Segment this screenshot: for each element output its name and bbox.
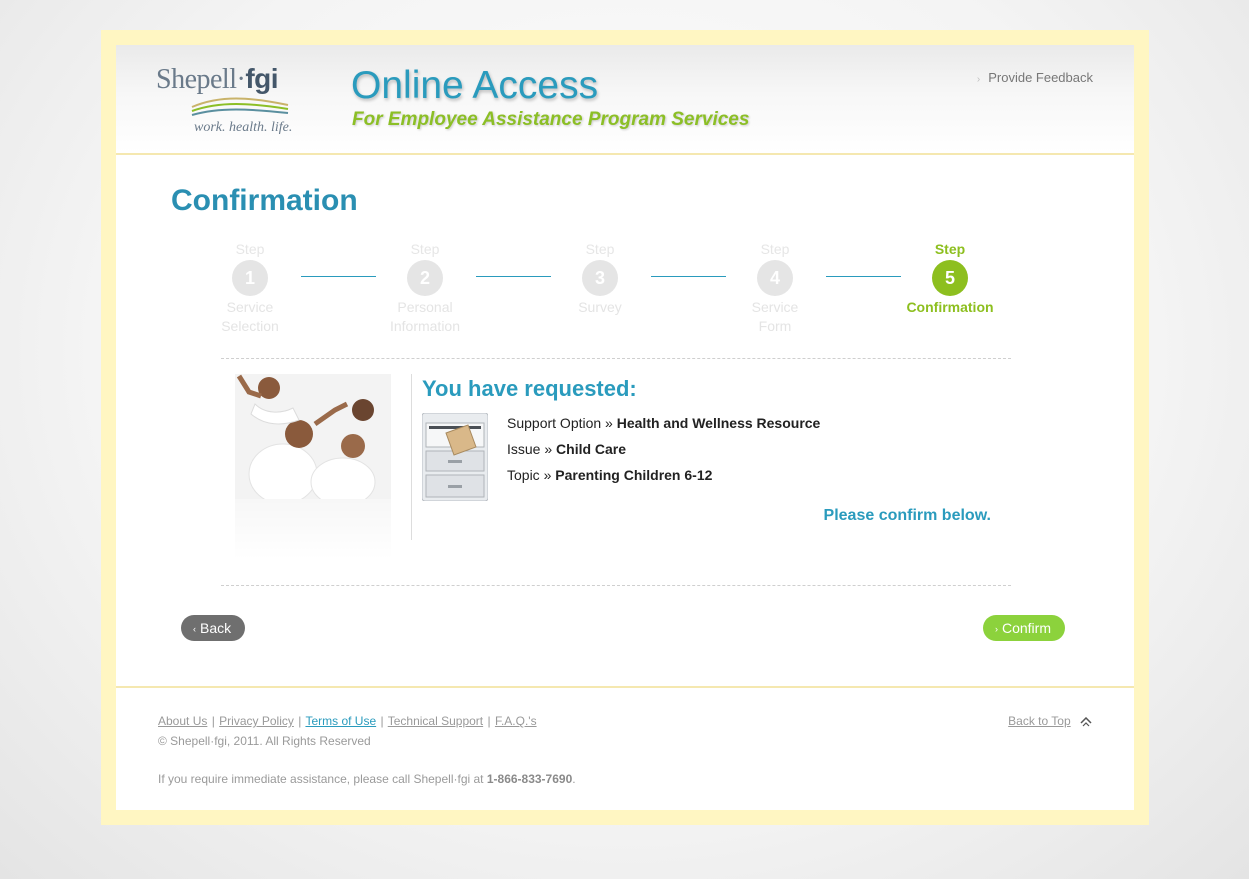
provide-feedback-link[interactable]: › Provide Feedback: [977, 70, 1093, 85]
site-header: Shepell·fgi work. health. life. Online A…: [116, 45, 1134, 155]
separator: |: [380, 714, 384, 728]
provide-feedback-label: Provide Feedback: [988, 70, 1093, 85]
back-to-top-link[interactable]: Back to Top: [1008, 714, 1070, 728]
assistance-end: .: [572, 772, 576, 786]
assistance-text: If you require immediate assistance, ple…: [158, 772, 576, 786]
request-heading: You have requested:: [422, 376, 637, 401]
step-3: Step 3 Survey: [545, 241, 655, 317]
support-option-value: Health and Wellness Resource: [616, 415, 821, 431]
logo-tagline: work. health. life.: [194, 120, 293, 135]
step-number: 5: [932, 260, 968, 296]
topic-line: Topic » Parenting Children 6-12: [507, 467, 712, 483]
step-name: Survey: [578, 299, 622, 315]
family-photo: [235, 374, 391, 560]
logo-swoosh-icon: [191, 97, 289, 116]
back-button[interactable]: ‹ Back: [181, 615, 246, 641]
separator: |: [298, 714, 302, 728]
step-name: Service: [226, 299, 274, 315]
assistance-phone: 1-866-833-7690: [486, 772, 573, 786]
app-subtitle: For Employee Assistance Program Services: [352, 109, 750, 130]
step-number: 4: [757, 260, 793, 296]
separator: |: [487, 714, 491, 728]
step-connector: [826, 276, 901, 277]
footer-link-technical-support[interactable]: Technical Support: [388, 714, 483, 728]
step-label: Step: [585, 241, 615, 257]
step-connector: [476, 276, 551, 277]
step-name: Information: [389, 318, 461, 334]
confirm-note: Please confirm below.: [823, 507, 991, 524]
topic-value: Parenting Children 6-12: [555, 467, 713, 483]
step-number: 1: [232, 260, 268, 296]
footer-link-faq[interactable]: F.A.Q.'s: [495, 714, 537, 728]
topic-label: Topic »: [507, 467, 552, 483]
step-1: Step 1 Service Selection: [195, 241, 305, 336]
step-number: 2: [407, 260, 443, 296]
footer-link-terms-of-use[interactable]: Terms of Use: [305, 714, 376, 728]
shepell-fgi-logo[interactable]: Shepell·fgi work. health. life.: [154, 63, 304, 139]
footer-link-about-us[interactable]: About Us: [158, 714, 207, 728]
step-name: Selection: [221, 318, 279, 334]
step-label: Step: [410, 241, 440, 257]
step-5: Step 5 Confirmation: [895, 241, 1005, 317]
chevron-right-icon: ›: [976, 74, 981, 85]
separator: |: [211, 714, 215, 728]
step-label: Step: [235, 241, 265, 257]
page-title: Confirmation: [171, 184, 358, 217]
confirm-button-label: Confirm: [1001, 620, 1051, 636]
content-divider: [411, 374, 412, 540]
filing-cabinet-icon: [422, 413, 488, 501]
logo-wordmark: Shepell·fgi: [156, 63, 279, 95]
support-option-line: Support Option » Health and Wellness Res…: [507, 415, 820, 431]
back-button-label: Back: [200, 620, 232, 636]
step-name: Service: [751, 299, 799, 315]
copyright: © Shepell·fgi, 2011. All Rights Reserved: [158, 734, 371, 748]
issue-line: Issue » Child Care: [507, 441, 626, 457]
divider: [221, 585, 1011, 586]
issue-label: Issue »: [507, 441, 553, 457]
up-arrow-icon: [1080, 716, 1092, 727]
step-connector: [301, 276, 376, 277]
step-connector: [651, 276, 726, 277]
site-footer: About Us | Privacy Policy | Terms of Use…: [116, 686, 1134, 810]
chevron-right-icon: ›: [994, 624, 998, 634]
step-2: Step 2 Personal Information: [370, 241, 480, 336]
confirm-button[interactable]: › Confirm: [982, 615, 1065, 641]
support-option-label: Support Option »: [507, 415, 613, 431]
divider: [221, 358, 1011, 359]
footer-link-privacy-policy[interactable]: Privacy Policy: [219, 714, 294, 728]
back-to-top[interactable]: Back to Top: [1008, 714, 1092, 728]
page-container: Shepell·fgi work. health. life. Online A…: [116, 45, 1134, 810]
step-name: Form: [758, 318, 792, 334]
step-label: Step: [934, 241, 966, 257]
step-label: Step: [760, 241, 790, 257]
issue-value: Child Care: [556, 441, 627, 457]
progress-steps: Step 1 Service Selection Step 2 Personal…: [116, 241, 1134, 341]
assistance-message: If you require immediate assistance, ple…: [158, 772, 487, 786]
step-name: Confirmation: [906, 299, 994, 315]
step-number: 3: [582, 260, 618, 296]
chevron-left-icon: ‹: [193, 624, 196, 634]
step-name: Personal: [397, 299, 453, 315]
footer-links: About Us | Privacy Policy | Terms of Use…: [158, 714, 537, 728]
app-title: Online Access: [351, 64, 599, 107]
step-4: Step 4 Service Form: [720, 241, 830, 336]
